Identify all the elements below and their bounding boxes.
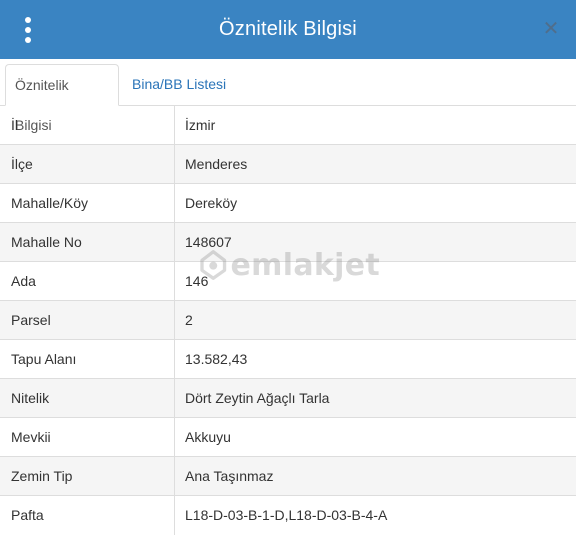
row-value: Akkuyu (185, 429, 231, 445)
row-key: Nitelik (0, 379, 175, 417)
table-row: Parsel 2 (0, 301, 576, 340)
modal-title: Öznitelik Bilgisi (219, 18, 357, 40)
table-row: İl İzmir (0, 106, 576, 145)
table-row: Nitelik Dört Zeytin Ağaçlı Tarla (0, 379, 576, 418)
row-key: Mevkii (0, 418, 175, 456)
row-key: Tapu Alanı (0, 340, 175, 378)
row-key: Ada (0, 262, 175, 300)
row-key: Mahalle/Köy (0, 184, 175, 222)
tab-oznitelik-bilgisi[interactable]: Öznitelik Bilgisi (5, 64, 119, 133)
table-row: Ada 146 (0, 262, 576, 301)
row-value: 13.582,43 (185, 351, 248, 367)
row-value: Dereköy (185, 195, 238, 211)
row-value: Menderes (185, 156, 248, 172)
row-key: Zemin Tip (0, 457, 175, 495)
tab-bina-bb-listesi[interactable]: Bina/BB Listesi (123, 64, 235, 106)
row-value: L18-D-03-B-1-D,L18-D-03-B-4-A (185, 507, 388, 523)
row-value: 146 (185, 273, 209, 289)
attribute-table: İl İzmir İlçe Menderes Mahalle/Köy Derek… (0, 106, 576, 535)
row-value: İzmir (185, 117, 216, 133)
row-key: İlçe (0, 145, 175, 183)
vertical-ellipsis-icon[interactable] (20, 17, 36, 43)
row-key: Parsel (0, 301, 175, 339)
table-row: Mevkii Akkuyu (0, 418, 576, 457)
table-row: Tapu Alanı 13.582,43 (0, 340, 576, 379)
row-value: Dört Zeytin Ağaçlı Tarla (185, 390, 330, 406)
table-row: Mahalle/Köy Dereköy (0, 184, 576, 223)
table-row: İlçe Menderes (0, 145, 576, 184)
table-row: Pafta L18-D-03-B-1-D,L18-D-03-B-4-A (0, 496, 576, 535)
row-key: İl (0, 106, 175, 144)
modal-header: Öznitelik Bilgisi ✕ (0, 0, 576, 59)
row-value: 2 (185, 312, 193, 328)
tab-bar: Öznitelik Bilgisi Bina/BB Listesi (0, 59, 576, 133)
row-key: Pafta (0, 496, 175, 535)
row-value: Ana Taşınmaz (185, 468, 274, 484)
table-row: Mahalle No 148607 (0, 223, 576, 262)
row-key: Mahalle No (0, 223, 175, 261)
row-value: 148607 (185, 234, 232, 250)
table-row: Zemin Tip Ana Taşınmaz (0, 457, 576, 496)
close-icon[interactable]: ✕ (542, 19, 560, 39)
